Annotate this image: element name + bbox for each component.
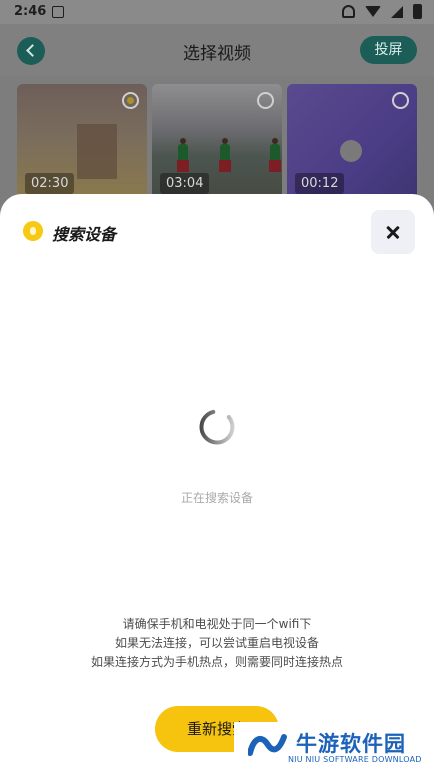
status-bar: 2:46 [0, 0, 434, 24]
video-duration: 03:04 [160, 173, 210, 194]
brand-logo-icon [248, 734, 287, 756]
video-thumbnail [77, 124, 117, 179]
video-thumbnail [219, 138, 231, 172]
video-duration: 02:30 [25, 173, 75, 194]
video-thumbnail [177, 138, 189, 172]
watermark-name: 牛游软件园 [296, 732, 406, 756]
video-duration: 00:12 [295, 173, 345, 194]
select-radio-icon[interactable] [122, 92, 139, 109]
sheet-title: 搜索设备 [52, 225, 117, 244]
cast-button[interactable]: 投屏 [360, 36, 417, 64]
hint-text: 如果无法连接，可以尝试重启电视设备 [114, 636, 319, 650]
video-tile[interactable]: 02:30 [17, 84, 147, 204]
watermark: 牛游软件园 NIU NIU SOFTWARE DOWNLOAD [234, 722, 434, 771]
battery-icon [413, 4, 422, 19]
status-icons [342, 4, 422, 19]
video-tile[interactable]: 03:04 [152, 84, 282, 204]
device-search-sheet: 搜索设备 正在搜索设备 请确保手机和电视处于同一个wifi下 如果无法连接，可以… [0, 194, 434, 771]
video-thumbnail [269, 138, 281, 172]
header: 选择视频 投屏 [0, 24, 434, 76]
hint-text: 请确保手机和电视处于同一个wifi下 [122, 617, 312, 631]
select-radio-icon[interactable] [392, 92, 409, 109]
mute-icon [342, 5, 355, 18]
notification-icon [52, 6, 64, 18]
close-button[interactable] [371, 210, 415, 254]
video-tile[interactable]: 00:12 [287, 84, 417, 204]
loading-spinner-icon [199, 409, 235, 445]
watermark-subtitle: NIU NIU SOFTWARE DOWNLOAD [288, 755, 422, 764]
wifi-icon [365, 6, 381, 17]
hint-text: 如果连接方式为手机热点，则需要同时连接热点 [90, 655, 343, 669]
video-thumbnail [340, 140, 362, 162]
status-time: 2:46 [14, 4, 47, 19]
select-radio-icon[interactable] [257, 92, 274, 109]
searching-status: 正在搜索设备 [180, 491, 253, 505]
search-device-icon [23, 221, 43, 241]
video-grid: 02:30 03:04 00:12 [0, 84, 434, 204]
signal-icon [391, 5, 403, 18]
